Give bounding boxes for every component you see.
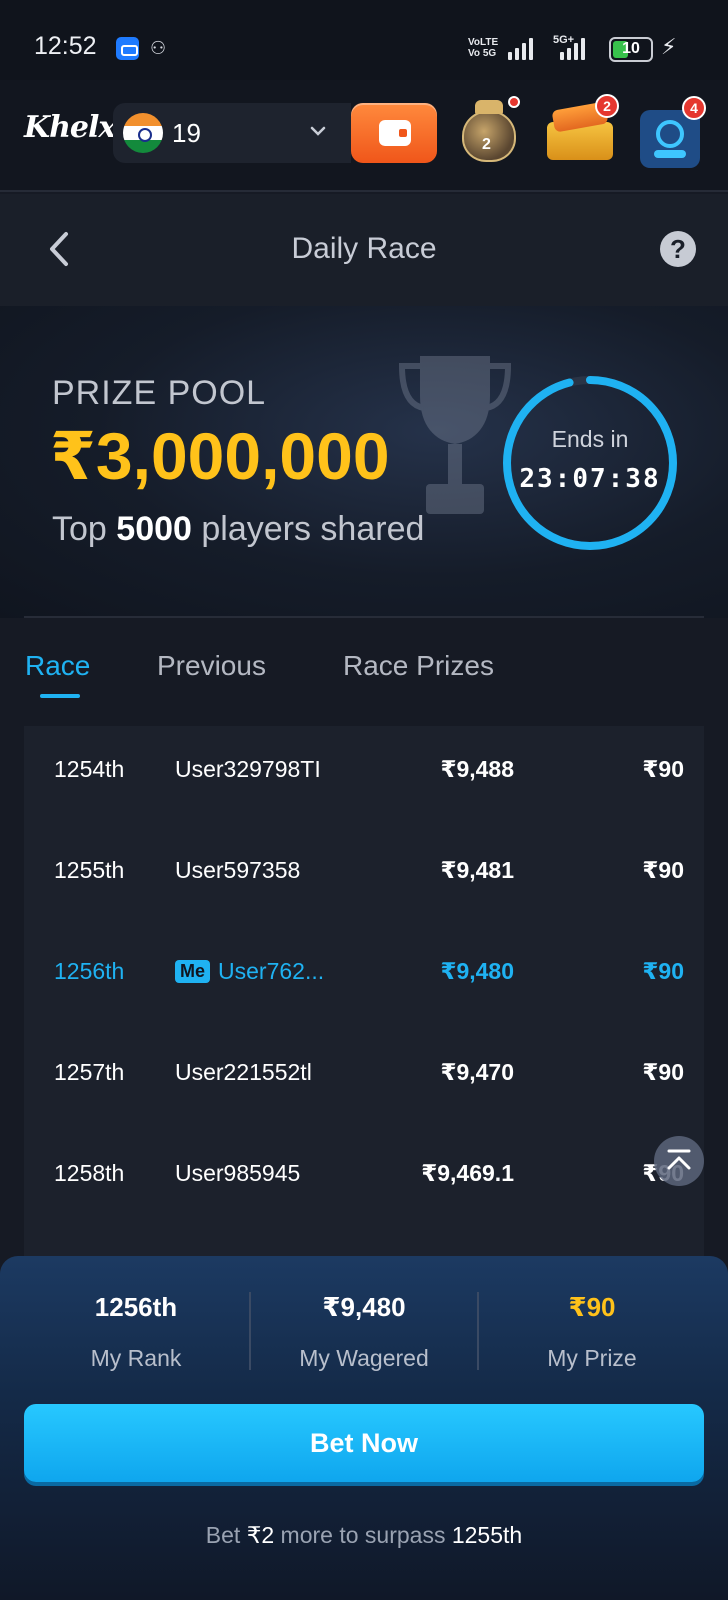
row-prize: ₹90: [642, 756, 684, 782]
charging-icon: ⚡: [661, 34, 677, 59]
countdown-time: 23:07:38: [519, 464, 661, 494]
app-logo[interactable]: Khelx: [24, 110, 116, 145]
jar-level: 2: [482, 136, 491, 153]
me-badge: Me: [175, 960, 211, 983]
row-username: User597358: [175, 857, 301, 883]
wallet-icon: [379, 120, 411, 146]
app-header: Khelx 19 2 2 4: [0, 80, 728, 192]
row-wagered: ₹9,481: [440, 857, 514, 883]
prize-pool-banner: PRIZE POOL ₹3,000,000 Top 5000 players s…: [0, 306, 728, 618]
tab-bar: Race Previous Race Prizes: [0, 640, 728, 700]
my-rank-stat: 1256th My Rank: [22, 1292, 250, 1372]
page-title: Daily Race: [291, 232, 437, 265]
tab-race[interactable]: Race: [25, 650, 90, 682]
balance-selector[interactable]: 19: [113, 103, 351, 163]
my-prize-label: My Prize: [547, 1345, 637, 1371]
subtitle-prefix: Top: [52, 510, 107, 548]
row-wagered: ₹9,469.1: [421, 1160, 514, 1186]
row-rank: 1258th: [54, 1160, 125, 1186]
india-flag-icon: [123, 113, 163, 153]
countdown-timer: Ends in 23:07:38: [501, 374, 679, 552]
table-row: 1255th User597358 ₹9,481 ₹90: [24, 827, 704, 928]
help-icon[interactable]: ?: [660, 231, 696, 267]
row-rank: 1256th: [54, 958, 125, 984]
players-count: 5000: [116, 510, 192, 548]
title-bar: Daily Race ?: [0, 194, 728, 306]
incognito-icon: ⚇: [150, 38, 167, 58]
table-row: 1257th User221552tl ₹9,470 ₹90: [24, 1029, 704, 1130]
row-prize: ₹90: [642, 958, 684, 984]
my-wagered-value: ₹9,480: [322, 1292, 406, 1322]
row-wagered: ₹9,480: [440, 958, 514, 984]
hint-middle: more to surpass: [280, 1522, 446, 1548]
balance-amount: 19: [172, 118, 201, 148]
row-prize: ₹90: [642, 1059, 684, 1085]
status-time: 12:52: [34, 32, 97, 60]
my-wagered-stat: ₹9,480 My Wagered: [250, 1292, 478, 1372]
chevron-down-icon: [310, 126, 326, 136]
my-rank-label: My Rank: [90, 1345, 182, 1371]
row-rank: 1255th: [54, 857, 125, 883]
row-username: User329798TI: [175, 756, 321, 782]
hint-target: 1255th: [451, 1522, 523, 1548]
row-username: User762...: [218, 958, 325, 984]
my-prize-stat: ₹90 My Prize: [478, 1292, 706, 1372]
bet-hint: Bet ₹2 more to surpass 1255th: [0, 1522, 728, 1549]
hint-prefix: Bet: [205, 1522, 241, 1548]
wallet-button[interactable]: [351, 103, 437, 163]
prize-pool-amount: ₹3,000,000: [50, 419, 390, 493]
support-badge: 4: [682, 96, 706, 120]
my-race-summary: 1256th My Rank ₹9,480 My Wagered ₹90 My …: [0, 1256, 728, 1600]
hint-amount: ₹2: [246, 1522, 275, 1548]
table-row: 1258th User985945 ₹9,469.1 ₹90: [24, 1130, 704, 1231]
status-bar: 12:52 ⚇ VoLTE Vo 5G 5G+ 10 ⚡: [0, 0, 728, 80]
notification-app-icon: [116, 37, 139, 60]
my-prize-value: ₹90: [568, 1292, 616, 1322]
active-tab-indicator: [40, 694, 80, 698]
bet-now-button[interactable]: Bet Now: [24, 1404, 704, 1482]
signal-strength-icon: [508, 36, 538, 60]
my-wagered-label: My Wagered: [299, 1345, 429, 1371]
tab-race-prizes[interactable]: Race Prizes: [343, 650, 494, 682]
row-username: User985945: [175, 1160, 301, 1186]
my-rank-value: 1256th: [94, 1292, 178, 1322]
leaderboard-list[interactable]: 1254th User329798TI ₹9,488 ₹90 1255th Us…: [24, 726, 704, 1266]
row-username: User221552tl: [175, 1059, 312, 1085]
countdown-progress-ring: [503, 376, 677, 550]
divider: [24, 616, 704, 618]
scroll-to-top-icon: [667, 1149, 691, 1170]
treasure-jar-button[interactable]: 2: [458, 96, 522, 168]
subtitle-suffix: players shared: [201, 510, 425, 548]
battery-icon: 10: [609, 37, 653, 62]
row-rank: 1254th: [54, 756, 125, 782]
prize-pool-label: PRIZE POOL: [52, 374, 267, 412]
my-table-row: 1256th Me User762... ₹9,480 ₹90: [24, 928, 704, 1029]
countdown-label: Ends in: [551, 426, 629, 452]
support-button[interactable]: 4: [640, 96, 706, 168]
rewards-button[interactable]: 2: [547, 94, 619, 168]
row-rank: 1257th: [54, 1059, 125, 1085]
tab-previous[interactable]: Previous: [157, 650, 266, 682]
battery-level: 10: [622, 40, 640, 57]
row-prize: ₹90: [642, 857, 684, 883]
table-row: 1254th User329798TI ₹9,488 ₹90: [24, 726, 704, 827]
row-wagered: ₹9,488: [440, 756, 514, 782]
row-wagered: ₹9,470: [440, 1059, 514, 1085]
notification-dot: [508, 96, 520, 108]
volte-indicator: VoLTE Vo 5G: [468, 37, 499, 59]
row-username-wrap: Me User762...: [175, 958, 324, 985]
scroll-to-top-button[interactable]: [654, 1136, 704, 1186]
prize-pool-subtitle: Top 5000 players shared: [52, 510, 424, 549]
signal-strength-icon-2: [560, 36, 590, 60]
support-icon: [656, 120, 684, 148]
rewards-badge: 2: [595, 94, 619, 118]
